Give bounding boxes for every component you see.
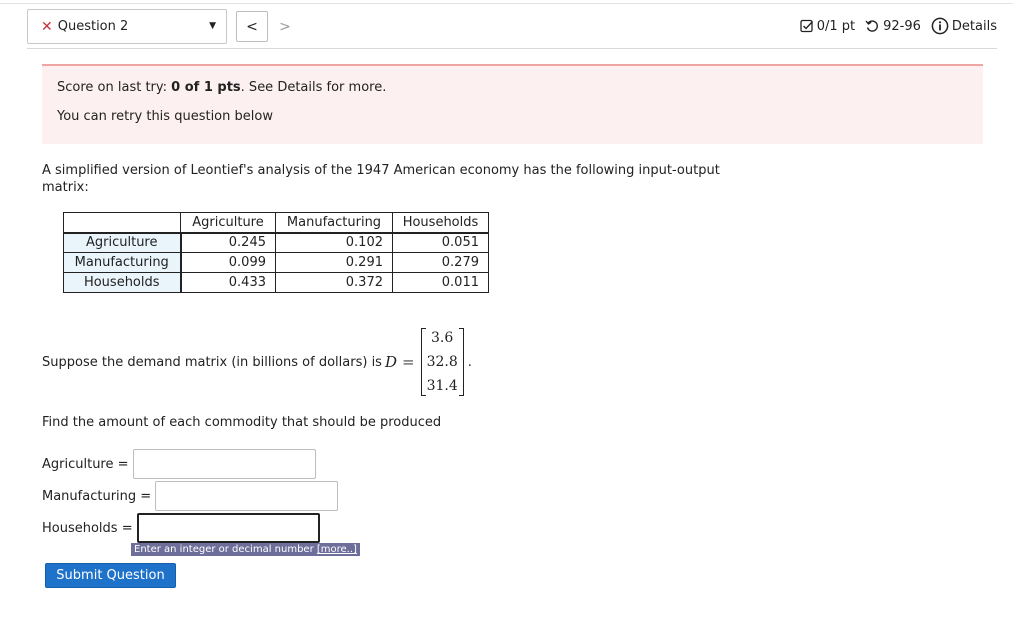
chevron-down-icon: ▼ (209, 21, 216, 31)
table-cell: 0.279 (392, 252, 489, 273)
demand-matrix: 3.6 32.8 31.4 (420, 326, 464, 398)
score-alert: Score on last try: 0 of 1 pts. See Detai… (42, 64, 983, 144)
equals-sign: = (401, 353, 415, 371)
table-cell: 0.433 (180, 272, 276, 293)
column-header: Agriculture (180, 212, 276, 234)
left-bracket (420, 328, 426, 396)
demand-text: Suppose the demand matrix (in billions o… (42, 354, 382, 370)
score-suffix: . See Details for more. (240, 80, 387, 95)
score-prefix: Score on last try: (57, 80, 172, 95)
agriculture-answer-row: Agriculture = (42, 449, 316, 479)
row-header: Agriculture (63, 232, 182, 253)
score-indicator: 0/1 pt (800, 19, 855, 34)
incorrect-x-icon: ✕ (41, 18, 53, 35)
chevron-right-icon: > (279, 18, 291, 35)
right-bracket (458, 328, 464, 396)
matrix-entry: 32.8 (426, 354, 458, 370)
score-text: 0/1 pt (816, 18, 856, 34)
hint-more-link[interactable]: [more..] (317, 544, 357, 555)
submit-question-button[interactable]: Submit Question (45, 563, 176, 588)
table-cell: 0.291 (275, 252, 393, 273)
manufacturing-answer-row: Manufacturing = (42, 481, 339, 511)
agriculture-label: Agriculture = (42, 456, 129, 472)
retry-message: You can retry this question below (57, 109, 273, 124)
score-value: 0 of 1 pts (171, 80, 241, 95)
question-header: ✕ Question 2 ▼ < > 0/1 pt 92-96 Details (27, 9, 997, 45)
demand-symbol: D (384, 353, 397, 371)
table-cell: 0.372 (275, 272, 393, 293)
header-divider (27, 48, 997, 49)
manufacturing-label: Manufacturing = (42, 488, 152, 504)
input-hint-tooltip: Enter an integer or decimal number [more… (131, 543, 360, 556)
find-instruction: Find the amount of each commodity that s… (42, 415, 442, 430)
row-header: Households (63, 272, 182, 293)
previous-question-button[interactable]: < (236, 11, 268, 42)
table-cell: 0.245 (180, 232, 276, 253)
row-header: Manufacturing (63, 252, 182, 273)
problem-intro: A simplified version of Leontief's analy… (42, 163, 720, 195)
table-row: Manufacturing 0.099 0.291 0.279 (63, 252, 489, 273)
sentence-period: . (467, 354, 472, 370)
attempts-text: 92-96 (883, 18, 921, 34)
table-cell: 0.102 (275, 232, 393, 253)
next-question-button[interactable]: > (269, 11, 301, 42)
details-label: Details (951, 18, 997, 34)
hint-text: Enter an integer or decimal number (134, 544, 317, 555)
table-cell: 0.051 (392, 232, 489, 253)
table-corner (63, 212, 181, 234)
matrix-entry: 31.4 (426, 378, 458, 394)
details-link[interactable]: Details (931, 17, 997, 35)
top-divider (0, 3, 1013, 4)
question-select[interactable]: ✕ Question 2 ▼ (27, 9, 227, 44)
attempts-indicator: 92-96 (865, 19, 921, 34)
table-row: Agriculture 0.245 0.102 0.051 (63, 232, 489, 253)
retry-icon (865, 20, 879, 32)
checkbox-icon (800, 19, 813, 33)
households-input[interactable] (136, 513, 320, 543)
question-select-label: Question 2 (57, 19, 129, 34)
households-answer-row: Households = (42, 513, 320, 543)
input-output-table: Agriculture Manufacturing Households Agr… (63, 212, 489, 293)
matrix-entry: 3.6 (431, 330, 454, 346)
column-header: Manufacturing (275, 212, 393, 234)
table-row: Households 0.433 0.372 0.011 (63, 272, 489, 293)
chevron-left-icon: < (246, 18, 258, 35)
column-header: Households (392, 212, 489, 234)
table-cell: 0.011 (392, 272, 489, 293)
agriculture-input[interactable] (132, 449, 316, 479)
manufacturing-input[interactable] (155, 481, 339, 511)
info-icon (931, 17, 949, 35)
households-label: Households = (42, 520, 133, 536)
table-cell: 0.099 (180, 252, 276, 273)
demand-statement: Suppose the demand matrix (in billions o… (42, 326, 472, 398)
question-meta: 0/1 pt 92-96 Details (790, 17, 997, 35)
score-message: Score on last try: 0 of 1 pts. See Detai… (57, 80, 983, 95)
